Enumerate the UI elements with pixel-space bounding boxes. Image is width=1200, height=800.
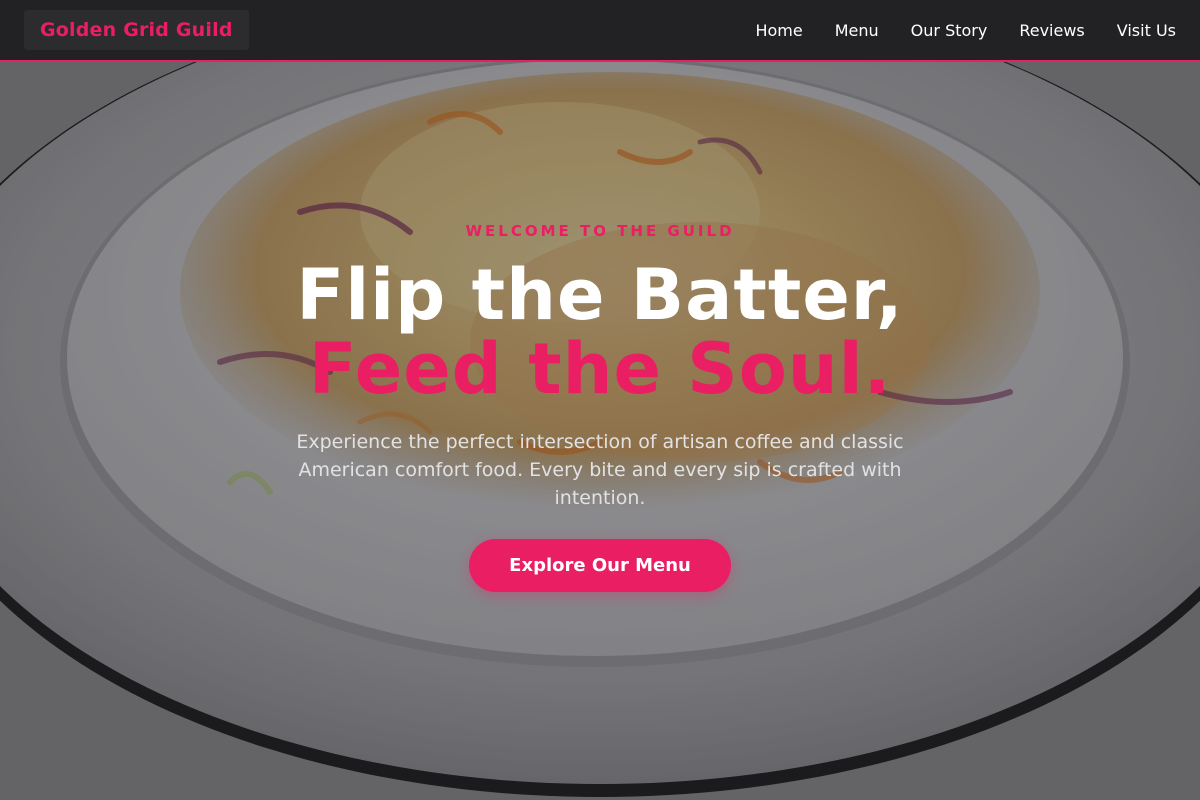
nav-link-reviews[interactable]: Reviews (1019, 21, 1084, 40)
hero-headline-line1: Flip the Batter, (296, 254, 904, 336)
nav-item-visit-us: Visit Us (1117, 21, 1176, 40)
explore-menu-button[interactable]: Explore Our Menu (469, 539, 731, 592)
hero-content: WELCOME TO THE GUILD Flip the Batter, Fe… (0, 62, 1200, 800)
nav-item-our-story: Our Story (911, 21, 988, 40)
hero-section: WELCOME TO THE GUILD Flip the Batter, Fe… (0, 62, 1200, 800)
hero-eyebrow: WELCOME TO THE GUILD (465, 222, 735, 240)
nav-links: Home Menu Our Story Reviews Visit Us (755, 21, 1176, 40)
hero-headline-line2: Feed the Soul. (308, 328, 892, 410)
nav-item-home: Home (755, 21, 802, 40)
brand-logo[interactable]: Golden Grid Guild (24, 10, 249, 50)
nav-link-menu[interactable]: Menu (835, 21, 879, 40)
nav-link-home[interactable]: Home (755, 21, 802, 40)
nav-item-menu: Menu (835, 21, 879, 40)
navbar: Golden Grid Guild Home Menu Our Story Re… (0, 0, 1200, 62)
nav-item-reviews: Reviews (1019, 21, 1084, 40)
hero-subtitle: Experience the perfect intersection of a… (296, 431, 904, 509)
nav-link-our-story[interactable]: Our Story (911, 21, 988, 40)
nav-link-visit-us[interactable]: Visit Us (1117, 21, 1176, 40)
hero-headline: Flip the Batter, Feed the Soul. (0, 258, 1200, 406)
